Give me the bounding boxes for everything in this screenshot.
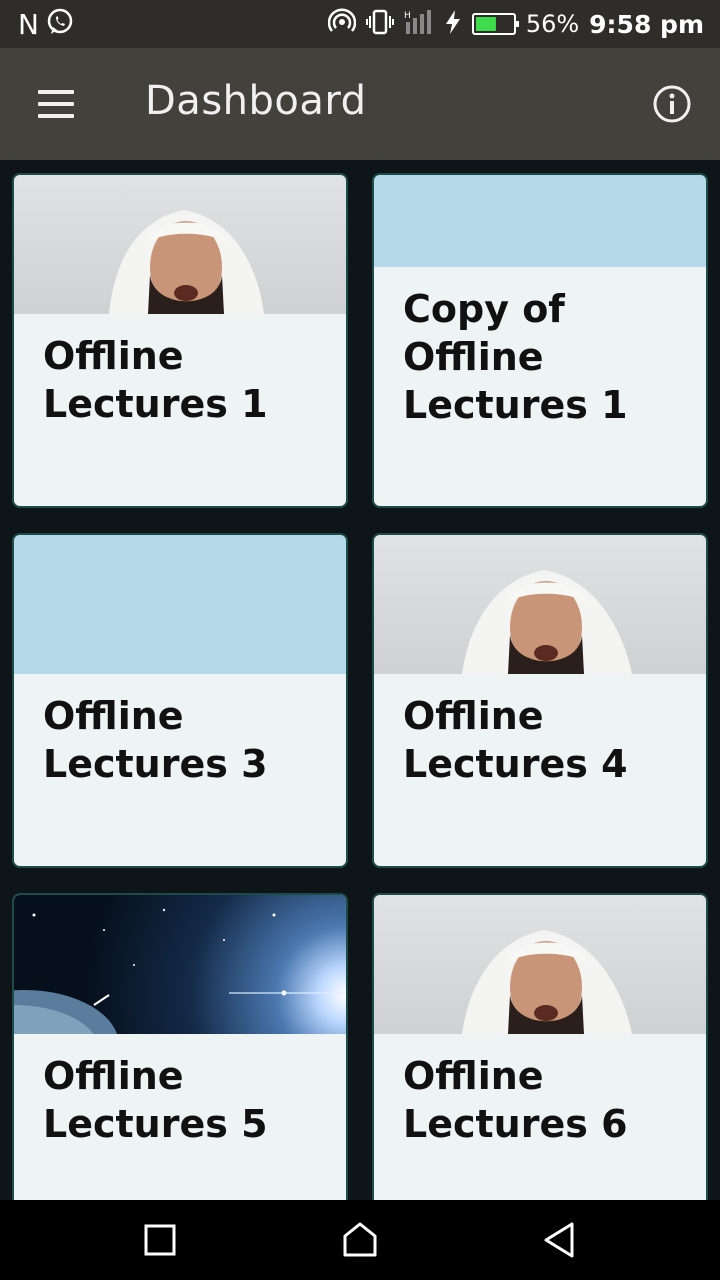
- notification-area: N: [18, 7, 75, 42]
- lecturer-photo-image: [374, 895, 706, 1034]
- card-offline-lectures-6[interactable]: Offline Lectures 6: [372, 893, 708, 1200]
- space-planet-image: [14, 895, 346, 1034]
- charging-icon: [444, 9, 462, 40]
- card-label: Offline Lectures 3: [43, 694, 268, 786]
- clock: 9:58 pm: [589, 9, 704, 39]
- lecturer-photo-image: [374, 535, 706, 674]
- info-icon[interactable]: [652, 84, 692, 124]
- card-label: Offline Lectures 6: [403, 1054, 628, 1146]
- hotspot-icon: [327, 7, 357, 41]
- card-label: Offline Lectures 5: [43, 1054, 268, 1146]
- navigation-bar: [0, 1200, 720, 1280]
- vibrate-icon: [365, 8, 394, 41]
- home-button[interactable]: [340, 1220, 380, 1260]
- lecture-grid: Offline Lectures 1 Copy of Offline Lectu…: [0, 160, 720, 1200]
- app-bar: Dashboard: [0, 48, 720, 160]
- battery-icon: [471, 13, 519, 35]
- card-copy-of-offline-lectures-1[interactable]: Copy of Offline Lectures 1: [372, 173, 708, 508]
- card-offline-lectures-3[interactable]: Offline Lectures 3: [12, 533, 348, 868]
- recents-button[interactable]: [140, 1220, 180, 1260]
- carrier-n-icon: N: [18, 7, 39, 41]
- card-offline-lectures-5[interactable]: Offline Lectures 5: [12, 893, 348, 1200]
- whatsapp-icon: [45, 7, 75, 42]
- hamburger-menu-icon[interactable]: [24, 74, 88, 134]
- placeholder-image: [14, 535, 346, 674]
- lecturer-photo-image: [14, 175, 346, 314]
- card-label: Copy of Offline Lectures 1: [403, 287, 628, 427]
- card-offline-lectures-1[interactable]: Offline Lectures 1: [12, 173, 348, 508]
- battery-level: [475, 17, 496, 31]
- page-title: Dashboard: [145, 78, 367, 124]
- svg-text:H: H: [404, 11, 411, 21]
- status-bar: N H 56% 9:58 pm: [0, 0, 720, 48]
- placeholder-image: [374, 175, 706, 267]
- signal-icon: H: [404, 8, 434, 41]
- card-label: Offline Lectures 4: [403, 694, 628, 786]
- system-tray: H 56% 9:58 pm: [327, 7, 704, 41]
- back-button[interactable]: [540, 1220, 580, 1260]
- card-label: Offline Lectures 1: [43, 334, 268, 426]
- card-offline-lectures-4[interactable]: Offline Lectures 4: [372, 533, 708, 868]
- battery-percent: 56%: [525, 10, 580, 38]
